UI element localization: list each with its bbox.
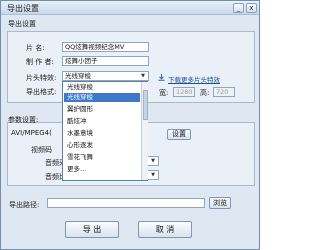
author-input[interactable]: 炫舞小团子: [62, 56, 149, 66]
dropdown-item[interactable]: 心形逐发: [64, 141, 140, 150]
width-label: 宽:: [159, 89, 169, 97]
browse-button[interactable]: 浏览: [209, 197, 231, 209]
dropdown-scrollbar[interactable]: [141, 82, 148, 180]
export-settings-group-title: 导出设置: [8, 20, 36, 28]
name-input[interactable]: QQ炫舞视频纪念MV: [62, 42, 149, 52]
effect-label: 片头特效:: [26, 74, 57, 82]
title-bar[interactable]: 导出设置 _ x: [1, 1, 259, 15]
effect-select[interactable]: 光线穿梭 ▼: [62, 71, 149, 81]
export-button[interactable]: 导 出: [65, 221, 119, 238]
export-settings-dialog: 导出设置 _ x 导出设置 片 名: QQ炫舞视频纪念MV 制 作 者: 炫舞小…: [0, 0, 260, 250]
window-title: 导出设置: [7, 4, 39, 13]
cancel-button[interactable]: 取 消: [138, 221, 192, 238]
path-label: 导出路径:: [9, 201, 40, 209]
name-label: 片 名:: [26, 44, 45, 52]
format-label: 导出格式:: [26, 88, 57, 96]
dropdown-item[interactable]: 光线穿梭: [64, 83, 140, 92]
scrollbar-thumb[interactable]: [143, 90, 148, 120]
minimize-button[interactable]: _: [233, 3, 244, 13]
height-input[interactable]: 720: [213, 87, 235, 97]
format-text: AVI/MPEG4(: [11, 129, 52, 137]
chevron-down-icon: ▼: [151, 158, 155, 164]
download-icon[interactable]: [158, 74, 165, 81]
effect-select-value: 光线穿梭: [65, 72, 91, 80]
settings-button[interactable]: 设置: [167, 129, 191, 140]
download-effects-link[interactable]: 下载更多片头特效: [168, 74, 220, 84]
width-input[interactable]: 1280: [173, 87, 195, 97]
author-label: 制 作 者:: [26, 58, 54, 66]
effect-dropdown-list[interactable]: 光线穿梭 光线穿梭 翼护圆形 酷炫冲 水墨意境 心形逐发 雪花飞舞 更多...: [62, 81, 148, 181]
dropdown-item-selected[interactable]: 光线穿梭: [64, 93, 140, 102]
video-bitrate-label: 视频码: [31, 146, 52, 154]
params-group-title: 参数设置:: [8, 116, 39, 124]
dropdown-item[interactable]: 翼护圆形: [64, 105, 140, 114]
dropdown-item[interactable]: 雪花飞舞: [64, 153, 140, 162]
dropdown-item[interactable]: 水墨意境: [64, 129, 140, 138]
dropdown-item[interactable]: 酷炫冲: [64, 117, 140, 126]
chevron-down-icon: ▼: [151, 172, 155, 178]
close-button[interactable]: x: [246, 3, 257, 13]
chevron-down-icon: ▼: [141, 73, 145, 79]
dropdown-item[interactable]: 更多...: [64, 165, 140, 174]
path-input[interactable]: [47, 198, 205, 208]
height-label: 高:: [200, 89, 210, 97]
